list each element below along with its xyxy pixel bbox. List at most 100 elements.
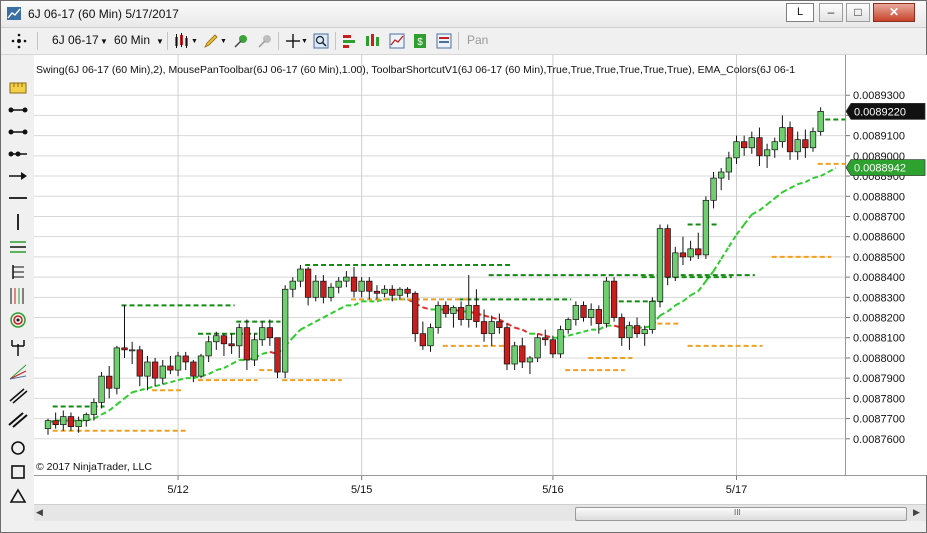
vertical-line-icon[interactable] xyxy=(7,213,29,231)
candle-body[interactable] xyxy=(756,137,763,157)
candle-body[interactable] xyxy=(733,141,740,159)
candle-body[interactable] xyxy=(304,268,312,298)
candle-body[interactable] xyxy=(83,414,90,421)
scroll-left-icon[interactable]: ◀ xyxy=(36,507,43,518)
line-icon[interactable] xyxy=(7,123,29,141)
candle-body[interactable] xyxy=(457,307,465,320)
candle-body[interactable] xyxy=(710,177,717,201)
candle-body[interactable] xyxy=(182,355,189,363)
scrollbar-thumb[interactable]: III xyxy=(575,507,907,521)
candle-body[interactable] xyxy=(228,343,235,347)
candle-body[interactable] xyxy=(289,280,296,290)
candle-body[interactable] xyxy=(251,339,258,361)
candle-body[interactable] xyxy=(672,252,679,278)
candle-body[interactable] xyxy=(679,252,687,258)
candle-body[interactable] xyxy=(702,199,710,256)
candle-body[interactable] xyxy=(542,337,549,341)
maximize-button[interactable]: □ xyxy=(846,3,870,22)
candle-body[interactable] xyxy=(595,309,602,324)
interval-selector[interactable]: 60 Min xyxy=(114,33,150,47)
candle-body[interactable] xyxy=(618,317,625,339)
candle-body[interactable] xyxy=(473,305,480,322)
candle-body[interactable] xyxy=(282,288,289,373)
candle-body[interactable] xyxy=(335,280,342,288)
candle-body[interactable] xyxy=(174,355,182,371)
candle-body[interactable] xyxy=(236,327,243,347)
candle-body[interactable] xyxy=(626,325,633,339)
gann-fan-icon[interactable] xyxy=(7,363,29,381)
candle-body[interactable] xyxy=(128,349,136,352)
candle-body[interactable] xyxy=(373,290,381,294)
candle-body[interactable] xyxy=(725,157,732,173)
candle-body[interactable] xyxy=(67,416,75,428)
candle-body[interactable] xyxy=(167,365,174,371)
candle-body[interactable] xyxy=(656,228,664,302)
candle-body[interactable] xyxy=(641,329,648,335)
chevron-down-icon[interactable]: ▼ xyxy=(220,38,227,45)
candle-body[interactable] xyxy=(343,276,350,282)
ray-icon[interactable] xyxy=(7,145,29,163)
minimize-button[interactable]: – xyxy=(819,3,843,22)
candle-body[interactable] xyxy=(121,347,128,351)
regression-channel-icon[interactable] xyxy=(7,387,29,405)
arrow-line-icon[interactable] xyxy=(7,167,29,185)
price-scale-axis[interactable]: 0.00893000.00892000.00891000.00890000.00… xyxy=(845,55,927,475)
candle-body[interactable] xyxy=(404,288,411,294)
candle-body[interactable] xyxy=(748,137,755,149)
candle-body[interactable] xyxy=(381,288,388,294)
candle-body[interactable] xyxy=(572,305,579,320)
price-chart-panel[interactable]: Swing(6J 06-17 (60 Min),2), MousePanTool… xyxy=(34,55,845,475)
candle-body[interactable] xyxy=(266,327,274,339)
candle-body[interactable] xyxy=(488,321,495,335)
horizontal-line-icon[interactable] xyxy=(7,189,29,207)
candle-body[interactable] xyxy=(809,131,817,149)
rectangle-icon[interactable] xyxy=(7,463,29,481)
candle-body[interactable] xyxy=(610,280,618,318)
close-button[interactable]: ✕ xyxy=(873,3,915,22)
candle-body[interactable] xyxy=(205,341,212,357)
candle-body[interactable] xyxy=(786,127,794,153)
candle-body[interactable] xyxy=(496,321,503,328)
trend-channel-icon[interactable] xyxy=(7,411,29,429)
candle-body[interactable] xyxy=(503,327,511,365)
candle-body[interactable] xyxy=(113,347,121,389)
candle-body[interactable] xyxy=(412,292,419,335)
candle-body[interactable] xyxy=(526,357,534,363)
chevron-down-icon[interactable]: ▼ xyxy=(100,37,108,46)
fibonacci-extension-icon[interactable] xyxy=(7,263,29,281)
zoom-icon[interactable] xyxy=(313,33,329,49)
candle-body[interactable] xyxy=(687,248,694,258)
time-axis-labels[interactable]: 5/12 5/15 5/16 5/17 xyxy=(34,476,926,504)
candle-body[interactable] xyxy=(144,361,151,377)
crosshair-icon[interactable] xyxy=(285,33,301,49)
candle-body[interactable] xyxy=(779,127,786,143)
candle-body[interactable] xyxy=(450,307,457,314)
title-bar[interactable]: 6J 06-17 (60 Min) 5/17/2017 L – □ ✕ xyxy=(1,1,926,28)
candle-body[interactable] xyxy=(802,139,809,149)
strategies-icon[interactable]: $ xyxy=(412,33,428,49)
candle-body[interactable] xyxy=(259,327,266,341)
indicators-icon[interactable] xyxy=(389,33,405,49)
pencil-icon[interactable] xyxy=(203,33,219,49)
candle-body[interactable] xyxy=(480,321,488,335)
candle-body[interactable] xyxy=(718,171,725,179)
candle-body[interactable] xyxy=(534,337,541,359)
candle-body[interactable] xyxy=(633,325,641,335)
candle-body[interactable] xyxy=(327,286,335,298)
candle-body[interactable] xyxy=(740,141,748,149)
fibonacci-circle-icon[interactable] xyxy=(7,311,29,329)
price-chart[interactable] xyxy=(34,55,845,475)
candle-body[interactable] xyxy=(419,333,426,347)
push-pin-icon[interactable] xyxy=(233,33,249,49)
instrument-selector[interactable]: 6J 06-17 xyxy=(52,33,99,47)
chevron-down-icon[interactable]: ▼ xyxy=(301,38,308,45)
candle-body[interactable] xyxy=(565,319,572,331)
candle-body[interactable] xyxy=(98,375,105,403)
candle-body[interactable] xyxy=(794,139,801,153)
candle-body[interactable] xyxy=(358,280,365,292)
candle-body[interactable] xyxy=(396,288,404,296)
candle-body[interactable] xyxy=(427,327,434,347)
chart-trader-icon[interactable] xyxy=(365,33,381,49)
properties-icon[interactable] xyxy=(436,33,452,49)
candle-body[interactable] xyxy=(771,141,778,151)
